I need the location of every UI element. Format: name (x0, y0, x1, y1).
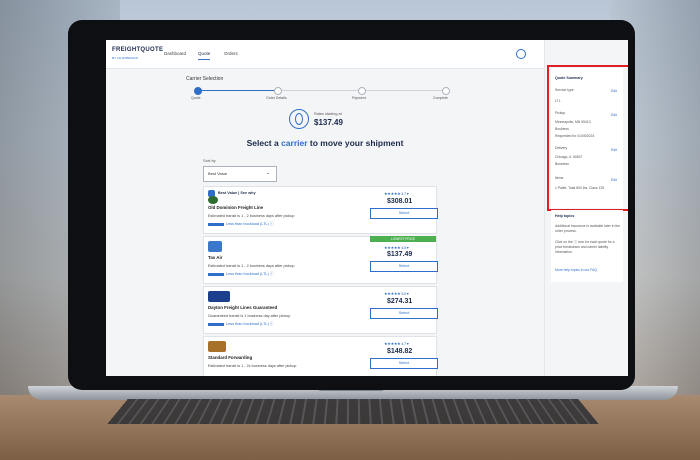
select-button[interactable]: Select (370, 308, 438, 319)
step-label-quote: Quote (191, 96, 201, 100)
highlight-box (547, 65, 628, 211)
page-headline: Select a carrier to move your shipment (246, 138, 404, 148)
laptop-keyboard (107, 399, 599, 424)
carrier-name: Tax Air (208, 255, 223, 260)
select-button[interactable]: Select (370, 208, 438, 219)
carrier-name: Standard Forwarding (208, 355, 253, 360)
globe-icon (289, 109, 309, 129)
page-title: Carrier Selection (186, 76, 224, 82)
rates-label: Rates starting at (314, 112, 342, 116)
carrier-transit: Estimated transit is 1 - 2x business day… (208, 364, 297, 368)
step-dot-complete (442, 87, 450, 95)
help-topics-panel: Help topics Additional insurance is avai… (551, 210, 623, 282)
ltl-tag: Less than truckload (LTL) ⓘ (208, 322, 274, 327)
laptop-screen: FREIGHTQUOTE BY CH ROBINSON Dashboard Qu… (106, 40, 628, 376)
chevron-down-icon: ⌄ (265, 170, 270, 176)
help-faq-link[interactable]: More help topics in our FAQ (555, 268, 597, 272)
step-label-payment: Payment (352, 96, 366, 100)
logo-subtitle: BY CH ROBINSON (112, 56, 138, 60)
nav-orders[interactable]: Orders (224, 51, 238, 56)
step-dot-payment (358, 87, 366, 95)
best-value-badge[interactable]: Best Value | See why (218, 191, 256, 195)
freightquote-logo[interactable]: FREIGHTQUOTE (112, 47, 163, 53)
carrier-rating[interactable]: ★★★★★ 4.5 ▾ (384, 245, 409, 250)
main-content: Carrier Selection Quote Order Details Pa… (106, 68, 544, 376)
rates-value: $137.49 (314, 118, 343, 127)
carrier-card-standard-forwarding: Standard Forwarding Estimated transit is… (203, 336, 438, 376)
step-label-complete: Complete (433, 96, 448, 100)
select-button[interactable]: Select (370, 358, 438, 369)
carrier-card-tax-air: LOWEST PRICE Tax Air Estimated transit i… (203, 236, 438, 284)
carrier-price: $148.82 (387, 348, 413, 355)
carrier-transit: Estimated transit is 1 - 2 business days… (208, 264, 295, 268)
top-navigation: FREIGHTQUOTE BY CH ROBINSON Dashboard Qu… (106, 40, 544, 69)
carrier-logo (208, 196, 218, 204)
right-sidebar: Quote Summary Service type Edit LTL Pick… (544, 40, 628, 376)
step-label-order-details: Order Details (266, 96, 287, 100)
carrier-name: Old Dominion Freight Line (208, 205, 264, 210)
carrier-rating[interactable]: ★★★★★ 4.7 ▾ (384, 341, 409, 346)
step-dot-quote (194, 87, 202, 95)
carrier-rating[interactable]: ★★★★★ 5.0 ▾ (384, 291, 409, 296)
help-info-text: Click on the ⓘ icon for each quote for a… (555, 240, 615, 254)
select-button[interactable]: Select (370, 261, 438, 272)
carrier-card-old-dominion: Best Value | See why Old Dominion Freigh… (203, 186, 438, 234)
carrier-name: Dayton Freight Lines Guaranteed (208, 305, 278, 310)
carrier-logo (208, 241, 222, 252)
carrier-price: $308.01 (387, 198, 413, 205)
help-title: Help topics (555, 214, 575, 218)
carrier-price: $274.31 (387, 298, 413, 305)
carrier-logo (208, 291, 230, 302)
ltl-tag: Less than truckload (LTL) ⓘ (208, 222, 274, 227)
ltl-tag: Less than truckload (LTL) ⓘ (208, 272, 274, 277)
nav-dashboard[interactable]: Dashboard (164, 51, 186, 56)
progress-fill (196, 90, 278, 91)
lowest-price-badge: LOWEST PRICE (370, 236, 436, 242)
sort-label: Sort by (203, 158, 216, 163)
step-dot-order-details (274, 87, 282, 95)
help-insurance-text: Additional insurance is available later … (555, 224, 621, 233)
sort-select[interactable]: Best Value ⌄ (203, 166, 277, 182)
carrier-rating[interactable]: ★★★★★ 4.7 ▾ (384, 191, 409, 196)
carrier-transit: Estimated transit is 1 - 2 business days… (208, 214, 295, 218)
nav-quote[interactable]: Quote (198, 51, 211, 60)
carrier-price: $137.49 (387, 251, 413, 258)
carrier-logo (208, 341, 226, 352)
user-account-icon[interactable] (516, 49, 526, 59)
carrier-card-dayton: Dayton Freight Lines Guaranteed Guarante… (203, 286, 438, 334)
carrier-transit: Guaranteed transit is 1 business day aft… (208, 314, 291, 318)
